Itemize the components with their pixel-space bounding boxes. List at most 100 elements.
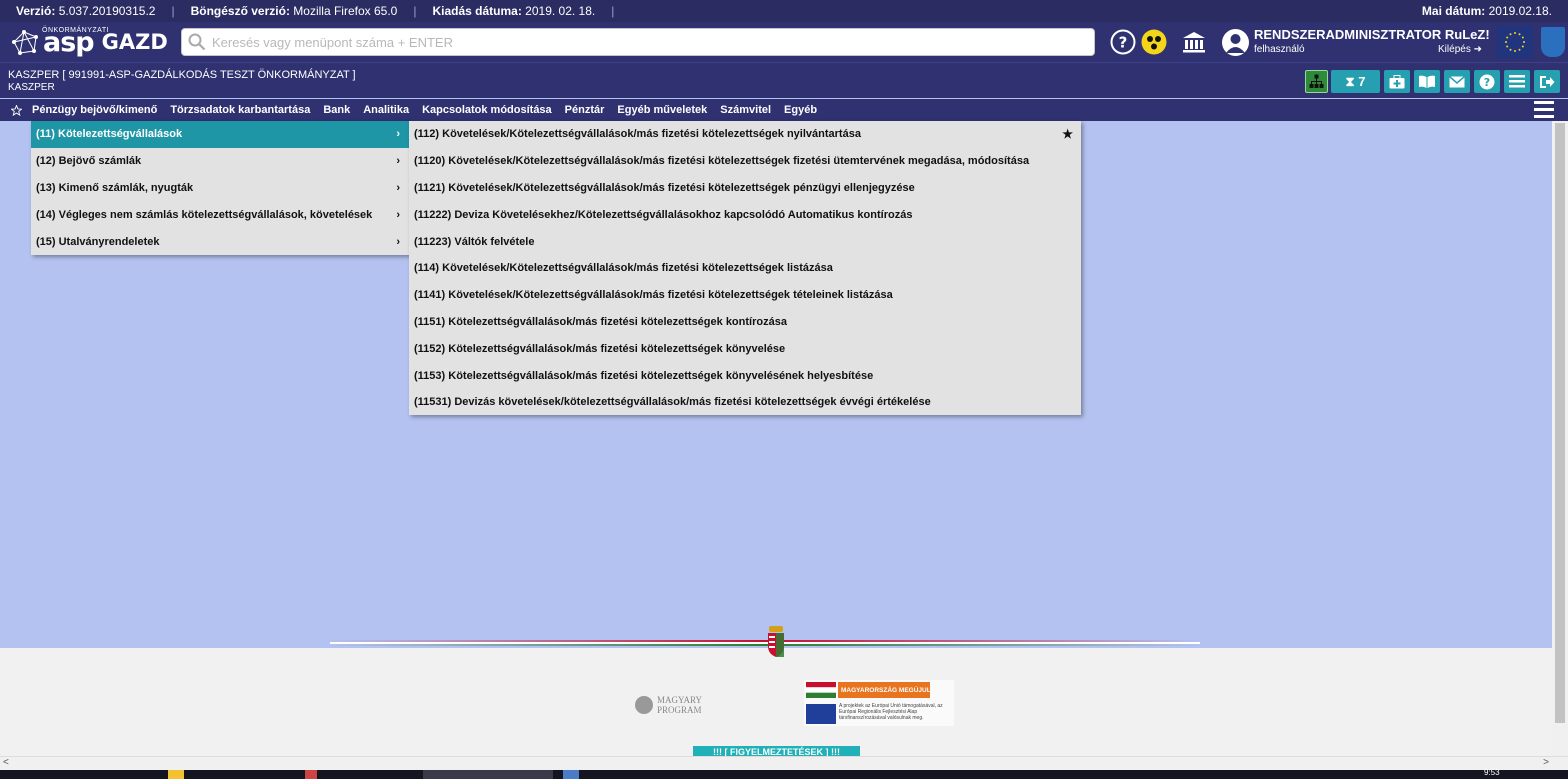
- org-chart-button[interactable]: [1305, 70, 1328, 93]
- subsubmenu-item-1151[interactable]: (1151) Kötelezettségvállalások/más fizet…: [409, 309, 1081, 336]
- chevron-right-icon: ›: [396, 235, 400, 248]
- logo-small-text: ÖNKORMÁNYZATI: [42, 27, 110, 34]
- os-taskbar: 9:53: [0, 768, 1568, 779]
- search-input[interactable]: [212, 34, 1072, 50]
- warnings-button[interactable]: !!! [ FIGYELMEZTETÉSEK ] !!!: [693, 746, 860, 756]
- menu-item-egyeb-muveletek[interactable]: Egyéb műveletek: [617, 104, 707, 116]
- submenu-item-15[interactable]: (15) Utalványrendeletek ›: [31, 228, 409, 255]
- scroll-left-icon[interactable]: <: [3, 757, 9, 768]
- svg-text:?: ?: [1484, 76, 1490, 89]
- subsubmenu-item-11223[interactable]: (11223) Váltók felvétele: [409, 228, 1081, 255]
- magyary-program-logo: MAGYARY PROGRAM: [635, 693, 725, 717]
- app-logo[interactable]: ÖNKORMÁNYZATI asp GAZD: [0, 27, 176, 58]
- taskbar-app-4[interactable]: [563, 770, 579, 779]
- info-bar: Verzió: 5.037.20190315.2 | Böngésző verz…: [0, 0, 1568, 22]
- browser-info: Böngésző verzió: Mozilla Firefox 65.0: [190, 4, 398, 18]
- subsubmenu-item-1152[interactable]: (1152) Kötelezettségvállalások/más fizet…: [409, 335, 1081, 362]
- network-logo-icon: [12, 30, 38, 55]
- help-icon[interactable]: ?: [1110, 29, 1136, 55]
- logo-gazd-text: GAZD: [101, 30, 168, 54]
- submenu-item-11[interactable]: (11) Kötelezettségvállalások ›: [31, 121, 409, 148]
- menu-item-penztar[interactable]: Pénztár: [565, 104, 605, 116]
- menu-item-penzugy[interactable]: Pénzügy bejövő/kimenő: [32, 104, 157, 116]
- context-organization: KASZPER [ 991991-ASP-GAZDÁLKODÁS TESZT Ö…: [8, 69, 356, 81]
- national-colors-divider: [330, 640, 1200, 646]
- subsubmenu-item-11531[interactable]: (11531) Devizás követelések/kötelezettsé…: [409, 389, 1081, 416]
- institution-icon[interactable]: [1181, 29, 1207, 55]
- subsubmenu-item-114[interactable]: (114) Követelések/Kötelezettségvállaláso…: [409, 255, 1081, 282]
- taskbar-app-active[interactable]: [423, 770, 553, 779]
- horizontal-scrollbar[interactable]: < >: [0, 756, 1568, 770]
- eu-flag-icon: [1497, 26, 1533, 58]
- favorites-star-icon[interactable]: [0, 104, 32, 116]
- mail-icon: [1449, 75, 1465, 87]
- subsubmenu-item-112[interactable]: (112) Követelések/Kötelezettségvállaláso…: [409, 121, 1081, 148]
- taskbar-app-2[interactable]: [305, 770, 317, 779]
- hungary-2020-logo-icon: [1541, 27, 1565, 57]
- menu-item-egyeb[interactable]: Egyéb: [784, 104, 817, 116]
- task-count: 7: [1358, 74, 1366, 89]
- subsubmenu-item-1120[interactable]: (1120) Követelések/Kötelezettségvállalás…: [409, 148, 1081, 175]
- list-button[interactable]: [1504, 70, 1530, 93]
- list-icon: [1509, 75, 1525, 88]
- page-footer: [0, 648, 1552, 756]
- hourglass-icon: ⧗: [1345, 73, 1355, 89]
- subsubmenu-dropdown: (112) Követelések/Kötelezettségvállaláso…: [409, 121, 1081, 415]
- menu-item-torzsadatok[interactable]: Törzsadatok karbantartása: [170, 104, 310, 116]
- magyarorszag-megujul-logo: MAGYARORSZÁG MEGÚJUL A projektek az Euró…: [804, 680, 954, 726]
- app-header: ÖNKORMÁNYZATI asp GAZD ? RENDSZERADMINIS…: [0, 22, 1568, 62]
- submenu-item-12[interactable]: (12) Bejövő számlák ›: [31, 148, 409, 175]
- chevron-right-icon: ›: [396, 208, 400, 221]
- release-info: Kiadás dátuma: 2019. 02. 18.: [432, 4, 596, 18]
- question-icon: ?: [1479, 74, 1495, 89]
- context-module: KASZPER: [8, 82, 55, 93]
- user-role: felhasználó: [1254, 44, 1305, 55]
- submenu-item-13[interactable]: (13) Kimenő számlák, nyugták ›: [31, 175, 409, 202]
- subsubmenu-item-1153[interactable]: (1153) Kötelezettségvállalások/más fizet…: [409, 362, 1081, 389]
- menu-item-bank[interactable]: Bank: [323, 104, 350, 116]
- magyary-emblem-icon: [635, 696, 653, 714]
- medkit-button[interactable]: [1384, 70, 1410, 93]
- hungarian-flag-icon: [806, 682, 836, 698]
- medkit-icon: [1389, 74, 1405, 88]
- scroll-right-icon[interactable]: >: [1543, 757, 1549, 768]
- submenu-dropdown: (11) Kötelezettségvállalások › (12) Bejöv…: [31, 121, 409, 255]
- chevron-right-icon: ›: [396, 128, 400, 141]
- org-chart-icon: [1309, 74, 1324, 88]
- user-panel: RENDSZERADMINISZTRATOR RuLeZ! felhasznál…: [1222, 27, 1490, 57]
- mail-button[interactable]: [1444, 70, 1470, 93]
- favorite-star-icon[interactable]: ★: [1062, 127, 1073, 141]
- accessibility-icon[interactable]: [1141, 29, 1167, 55]
- logout-link[interactable]: Kilépés ➜: [1438, 44, 1482, 55]
- chevron-right-icon: ›: [396, 155, 400, 168]
- question-button[interactable]: ?: [1474, 70, 1500, 93]
- main-menu-bar: Pénzügy bejövő/kimenő Törzsadatok karban…: [0, 99, 1568, 121]
- eu-flag-small-icon: [806, 704, 836, 724]
- svg-text:?: ?: [1119, 34, 1128, 52]
- vertical-scrollbar[interactable]: [1552, 121, 1568, 756]
- taskbar-app-explorer[interactable]: [168, 770, 184, 779]
- menu-item-szamvitel[interactable]: Számvitel: [720, 104, 771, 116]
- manual-button[interactable]: [1414, 70, 1440, 93]
- taskbar-clock: 9:53: [1484, 768, 1500, 777]
- logout-icon: ➜: [1473, 44, 1482, 55]
- user-icon[interactable]: [1222, 29, 1249, 56]
- menu-item-analitika[interactable]: Analitika: [363, 104, 409, 116]
- version-info: Verzió: 5.037.20190315.2: [16, 4, 156, 18]
- menu-item-kapcsolatok[interactable]: Kapcsolatok módosítása: [422, 104, 552, 116]
- search-icon: [182, 33, 212, 51]
- submenu-item-14[interactable]: (14) Végleges nem számlás kötelezettségv…: [31, 201, 409, 228]
- subsubmenu-item-1121[interactable]: (1121) Követelések/Kötelezettségvállalás…: [409, 175, 1081, 202]
- context-bar: KASZPER [ 991991-ASP-GAZDÁLKODÁS TESZT Ö…: [0, 62, 1568, 98]
- subsubmenu-item-1141[interactable]: (1141) Követelések/Kötelezettségvállalás…: [409, 282, 1081, 309]
- search-box: [181, 28, 1095, 56]
- user-name: RENDSZERADMINISZTRATOR RuLeZ!: [1254, 27, 1490, 42]
- tasks-button[interactable]: ⧗ 7: [1331, 70, 1380, 93]
- today-info: Mai dátum: 2019.02.18.: [1421, 4, 1552, 18]
- hamburger-icon[interactable]: [1534, 101, 1554, 119]
- subsubmenu-item-11222[interactable]: (11222) Deviza Követelésekhez/Kötelezett…: [409, 201, 1081, 228]
- exit-button[interactable]: [1534, 70, 1560, 93]
- chevron-right-icon: ›: [396, 181, 400, 194]
- exit-icon: [1540, 75, 1555, 88]
- book-icon: [1419, 75, 1435, 88]
